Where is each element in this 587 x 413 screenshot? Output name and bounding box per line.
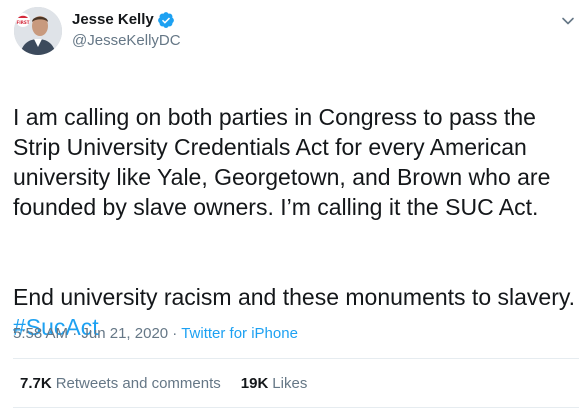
verified-badge-icon <box>157 11 175 29</box>
meta-separator: · <box>68 325 82 342</box>
retweets-stat[interactable]: 7.7K Retweets and comments <box>20 374 221 394</box>
tweet-meta: 5:58 AM · Jun 21, 2020 · Twitter for iPh… <box>13 324 298 344</box>
tweet-stats: 7.7K Retweets and comments 19K Likes <box>20 374 307 394</box>
avatar[interactable]: FIRST <box>14 7 62 55</box>
display-name-row: Jesse Kelly <box>72 10 181 30</box>
tweet-time[interactable]: 5:58 AM <box>13 325 68 342</box>
tweet-source-link[interactable]: Twitter for iPhone <box>181 325 298 342</box>
retweets-count: 7.7K <box>20 375 52 392</box>
likes-count: 19K <box>240 375 269 392</box>
meta-separator: · <box>168 325 182 342</box>
likes-label: Likes <box>272 375 308 392</box>
author-info: Jesse Kelly @JesseKellyDC <box>72 10 181 51</box>
divider <box>13 407 579 408</box>
author-handle[interactable]: @JesseKellyDC <box>72 31 181 51</box>
likes-stat[interactable]: 19K Likes <box>241 374 308 394</box>
chevron-down-icon[interactable] <box>557 10 579 32</box>
tweet-date[interactable]: Jun 21, 2020 <box>81 325 168 342</box>
tweet-paragraph-1: I am calling on both parties in Congress… <box>13 104 551 220</box>
divider <box>13 358 579 359</box>
tweet-card: FIRST Jesse Kelly @JesseKellyDC I am cal… <box>0 0 587 413</box>
display-name[interactable]: Jesse Kelly <box>72 10 154 30</box>
retweets-label: Retweets and comments <box>55 375 221 392</box>
avatar-image: FIRST <box>14 7 62 55</box>
avatar-badge-text: FIRST <box>17 20 30 25</box>
tweet-paragraph-2-text: End university racism and these monument… <box>13 284 576 310</box>
